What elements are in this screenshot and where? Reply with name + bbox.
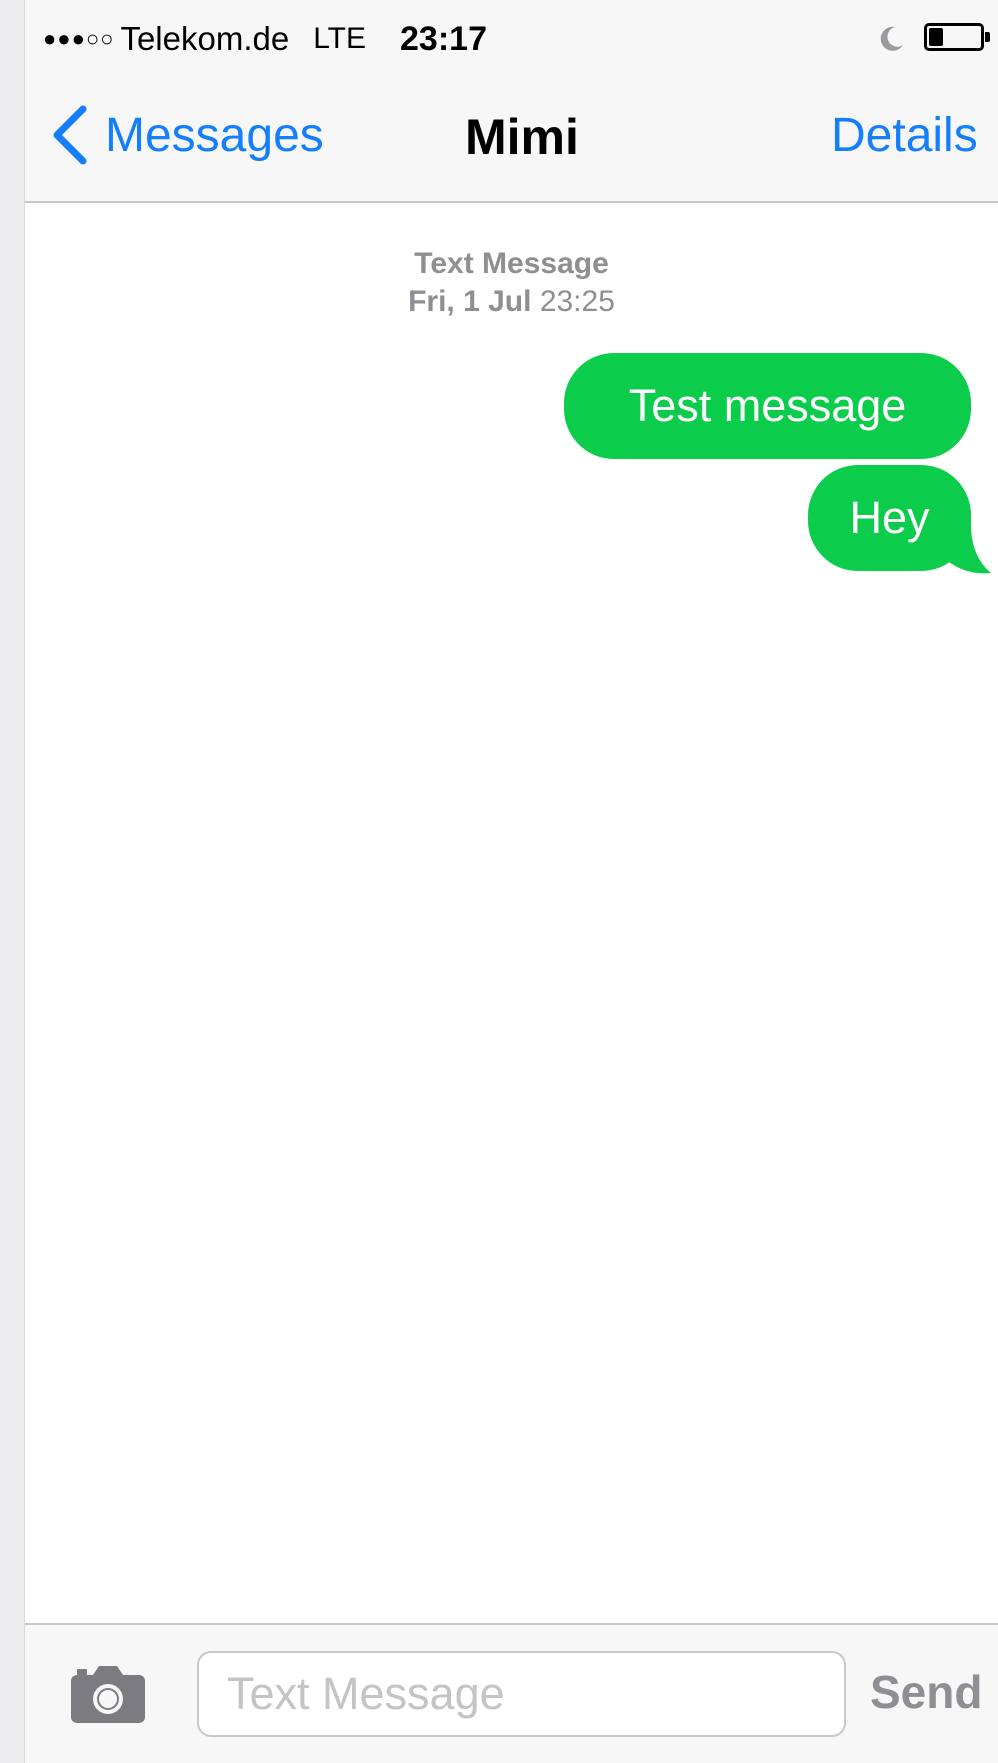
back-button[interactable]: Messages <box>49 100 324 170</box>
screen: ●●●○○ Telekom.de LTE 23:17 Messages Mimi <box>0 0 998 1763</box>
conversation-area[interactable]: Text Message Fri, 1 Jul 23:25 Test messa… <box>25 203 998 1623</box>
battery-tip <box>985 32 990 42</box>
back-label: Messages <box>105 108 324 162</box>
thread-timestamp: Fri, 1 Jul 23:25 <box>25 283 998 321</box>
message-input-bar: Text Message Send <box>25 1623 998 1763</box>
device-bezel <box>0 0 25 1763</box>
message-text: Test message <box>628 380 907 431</box>
battery-level <box>929 28 943 46</box>
message-text-field[interactable]: Text Message <box>197 1651 846 1737</box>
carrier-name: Telekom.de <box>120 20 290 57</box>
thread-time: 23:25 <box>539 285 615 318</box>
message-bubble-outgoing[interactable]: Test message <box>564 353 971 459</box>
signal-strength-icon: ●●●○○ <box>43 26 115 51</box>
bubble-tail-icon <box>945 525 991 574</box>
details-button[interactable]: Details <box>831 108 978 163</box>
status-time: 23:17 <box>400 19 487 58</box>
network-type: LTE <box>313 22 367 55</box>
battery-icon <box>924 23 984 51</box>
moon-icon <box>880 26 903 51</box>
status-bar: ●●●○○ Telekom.de LTE 23:17 <box>25 0 998 78</box>
camera-icon[interactable] <box>69 1663 147 1725</box>
chevron-left-icon <box>53 105 87 165</box>
messages-app: ●●●○○ Telekom.de LTE 23:17 Messages Mimi <box>25 0 998 1763</box>
navigation-bar: Messages Mimi Details <box>25 78 998 203</box>
thread-header: Text Message Fri, 1 Jul 23:25 <box>25 245 998 321</box>
message-text: Hey <box>849 492 930 543</box>
send-button[interactable]: Send <box>870 1665 982 1719</box>
conversation-title: Mimi <box>465 109 579 165</box>
message-placeholder: Text Message <box>227 1668 505 1719</box>
thread-date: Fri, 1 Jul <box>408 285 532 318</box>
thread-service-label: Text Message <box>414 247 609 280</box>
status-left: ●●●○○ Telekom.de LTE 23:17 <box>43 18 487 60</box>
